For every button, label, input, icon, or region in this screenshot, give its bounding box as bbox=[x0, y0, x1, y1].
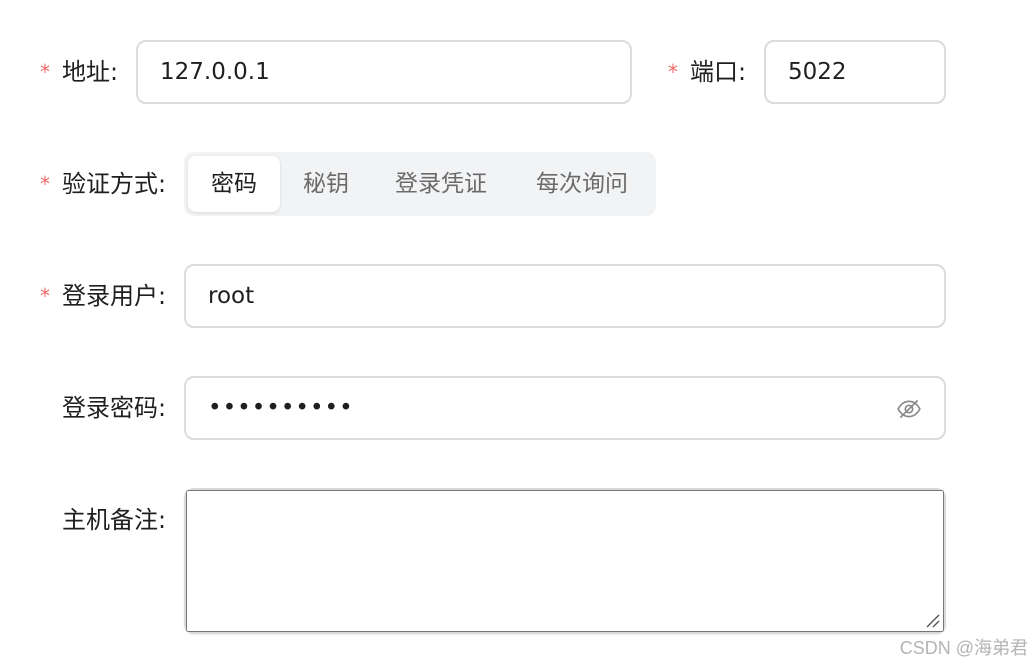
address-field[interactable] bbox=[136, 40, 632, 104]
user-input[interactable] bbox=[186, 266, 944, 326]
port-input[interactable] bbox=[766, 42, 944, 102]
address-label: 地址: bbox=[62, 58, 119, 86]
auth-label: 验证方式: bbox=[62, 170, 167, 198]
auth-option-credential[interactable]: 登录凭证 bbox=[374, 156, 508, 212]
resize-handle-icon[interactable] bbox=[924, 612, 940, 628]
watermark-text: CSDN @海弟君 bbox=[899, 638, 1028, 658]
port-required-mark: * bbox=[668, 60, 678, 84]
password-label: 登录密码: bbox=[62, 394, 167, 422]
auth-option-password[interactable]: 密码 bbox=[188, 156, 280, 212]
password-field[interactable] bbox=[184, 376, 946, 440]
auth-method-segmented-control: 密码 秘钥 登录凭证 每次询问 bbox=[184, 152, 656, 216]
remark-field[interactable] bbox=[184, 488, 946, 634]
auth-option-key[interactable]: 秘钥 bbox=[282, 156, 370, 212]
user-label: 登录用户: bbox=[62, 282, 167, 310]
remark-textarea[interactable] bbox=[186, 490, 944, 632]
eye-off-icon[interactable] bbox=[896, 396, 922, 422]
password-input[interactable] bbox=[186, 378, 944, 438]
address-input[interactable] bbox=[138, 42, 630, 102]
port-label: 端口: bbox=[690, 58, 747, 86]
user-required-mark: * bbox=[40, 284, 50, 308]
auth-required-mark: * bbox=[40, 172, 50, 196]
address-required-mark: * bbox=[40, 60, 50, 84]
remark-label: 主机备注: bbox=[62, 506, 167, 534]
user-field[interactable] bbox=[184, 264, 946, 328]
auth-option-ask-each-time[interactable]: 每次询问 bbox=[512, 156, 652, 212]
port-field[interactable] bbox=[764, 40, 946, 104]
